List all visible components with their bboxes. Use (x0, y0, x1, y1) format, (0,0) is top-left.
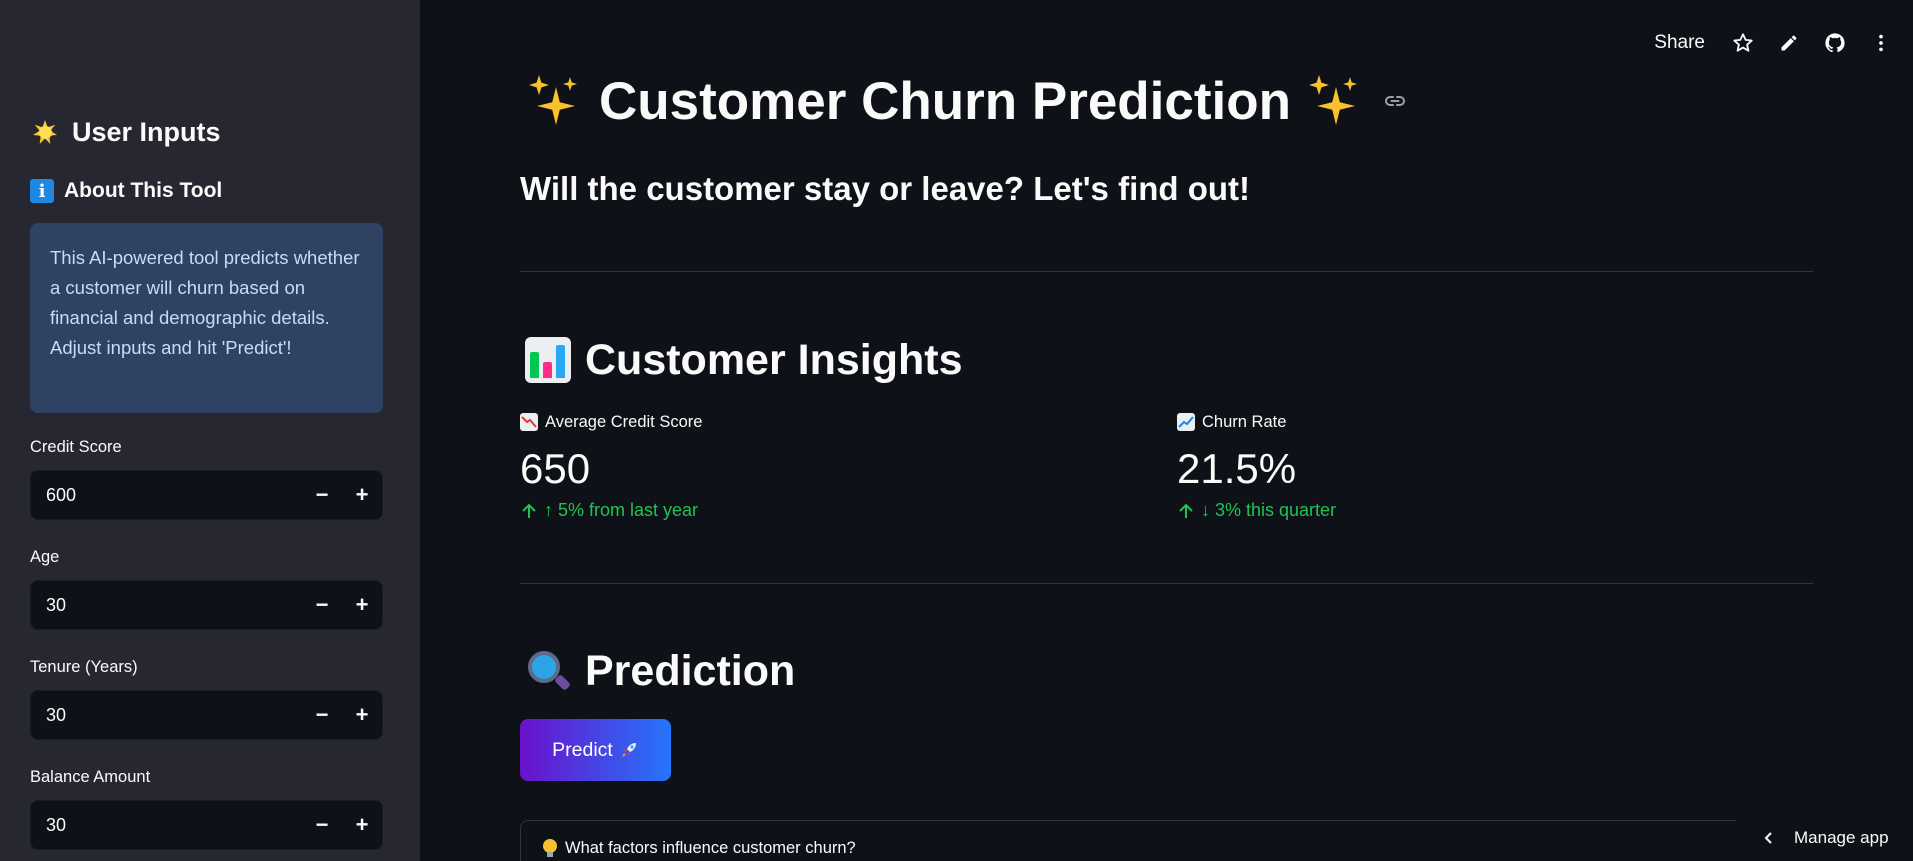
page-subtitle: Will the customer stay or leave? Let's f… (520, 170, 1251, 207)
insights-heading-text: Customer Insights (585, 335, 963, 384)
sidebar-title-text: User Inputs (72, 116, 221, 147)
prediction-heading-text: Prediction (585, 646, 796, 695)
page-title: Customer Churn Prediction (527, 68, 1407, 134)
more-vertical-icon[interactable] (1869, 31, 1893, 55)
metric-label: Churn Rate (1202, 412, 1287, 431)
github-icon[interactable] (1823, 31, 1847, 55)
metric-label: Average Credit Score (545, 412, 703, 431)
tenure-label: Tenure (Years) (30, 658, 138, 676)
metric-delta: ↑ 5% from last year (520, 500, 1020, 521)
balance-decrement-button[interactable]: − (302, 801, 342, 849)
expander-label: What factors influence customer churn? (565, 839, 856, 857)
top-toolbar: Share (1654, 28, 1893, 58)
credit-score-increment-button[interactable]: + (342, 471, 382, 519)
metric-churn-rate: Churn Rate 21.5% ↓ 3% this quarter (1177, 410, 1677, 521)
balance-label: Balance Amount (30, 768, 151, 786)
metric-delta-text: ↑ 5% from last year (544, 500, 699, 520)
pencil-icon[interactable] (1777, 31, 1801, 55)
info-icon: i (30, 179, 54, 203)
metric-delta-text: ↓ 3% this quarter (1201, 500, 1337, 520)
tenure-increment-button[interactable]: + (342, 691, 382, 739)
sun-icon (30, 117, 60, 147)
link-icon[interactable] (1383, 89, 1407, 113)
sidebar: User Inputs i About This Tool This AI-po… (0, 0, 420, 861)
age-increment-button[interactable]: + (342, 581, 382, 629)
metric-delta: ↓ 3% this quarter (1177, 500, 1677, 521)
divider (520, 271, 1813, 272)
page-title-text: Customer Churn Prediction (599, 71, 1292, 131)
light-bulb-icon (543, 839, 557, 859)
age-input[interactable] (31, 581, 302, 629)
predict-button-label: Predict (552, 738, 613, 761)
credit-score-decrement-button[interactable]: − (302, 471, 342, 519)
bar-chart-icon (525, 337, 571, 383)
balance-increment-button[interactable]: + (342, 801, 382, 849)
tenure-stepper: − + (30, 690, 383, 740)
manage-app-label: Manage app (1794, 828, 1889, 847)
share-button[interactable]: Share (1654, 32, 1705, 54)
chart-increasing-icon (1177, 413, 1195, 431)
credit-score-input[interactable] (31, 471, 302, 519)
magnifying-glass-icon (525, 648, 571, 694)
age-stepper: − + (30, 580, 383, 630)
about-heading: i About This Tool (30, 176, 390, 206)
churn-factors-expander[interactable]: What factors influence customer churn? (520, 820, 1813, 861)
credit-score-label: Credit Score (30, 438, 122, 456)
insights-heading: Customer Insights (525, 334, 963, 386)
main-content: Share Customer Churn Prediction Will the… (420, 0, 1913, 861)
about-text: This AI-powered tool predicts whether a … (50, 247, 360, 358)
arrow-up-icon (1179, 503, 1193, 518)
rocket-icon (621, 743, 636, 757)
metric-value: 650 (520, 445, 591, 492)
chart-decreasing-icon (520, 413, 538, 431)
sparkles-icon (1307, 73, 1363, 129)
about-heading-text: About This Tool (64, 179, 223, 202)
metric-average-credit-score: Average Credit Score 650 ↑ 5% from last … (520, 410, 1020, 521)
credit-score-stepper: − + (30, 470, 383, 520)
predict-button[interactable]: Predict (520, 719, 671, 781)
age-label: Age (30, 548, 60, 566)
star-icon[interactable] (1731, 31, 1755, 55)
metric-value: 21.5% (1177, 445, 1297, 492)
age-decrement-button[interactable]: − (302, 581, 342, 629)
balance-stepper: − + (30, 800, 383, 850)
divider (520, 583, 1813, 584)
sparkles-icon (527, 73, 583, 129)
tenure-input[interactable] (31, 691, 302, 739)
sidebar-title: User Inputs (30, 112, 390, 152)
prediction-heading: Prediction (525, 645, 795, 697)
tenure-decrement-button[interactable]: − (302, 691, 342, 739)
chevron-left-icon (1764, 832, 1772, 844)
balance-input[interactable] (31, 801, 302, 849)
manage-app-button[interactable]: Manage app (1736, 815, 1913, 861)
about-info-box: This AI-powered tool predicts whether a … (30, 223, 383, 413)
arrow-up-icon (522, 503, 536, 518)
